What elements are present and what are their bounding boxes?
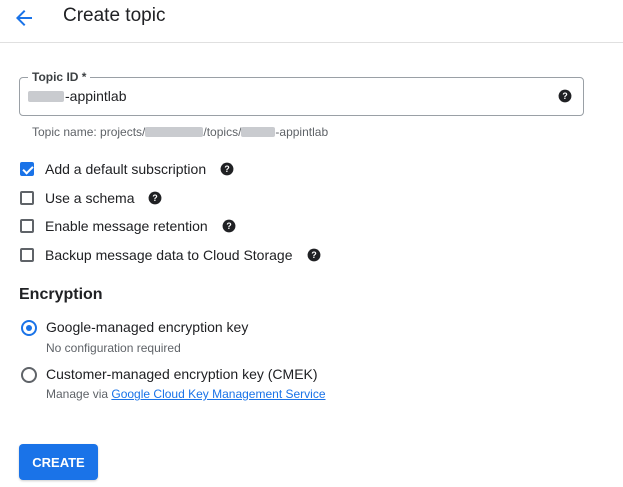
checkbox-message-retention[interactable] (20, 219, 34, 233)
checkbox-use-schema[interactable] (20, 191, 34, 205)
cmek-sub-prefix: Manage via (46, 387, 112, 401)
page-header: Create topic (0, 0, 623, 43)
create-button[interactable]: CREATE (19, 444, 98, 480)
customer-managed-description: Manage via Google Cloud Key Management S… (46, 387, 326, 401)
svg-text:?: ? (153, 193, 158, 203)
hint-suffix: -appintlab (275, 124, 329, 139)
svg-text:?: ? (562, 91, 567, 101)
hint-prefix: Topic name: projects/ (32, 124, 146, 139)
arrow-left-icon[interactable] (12, 6, 36, 30)
help-circle-icon[interactable]: ? (307, 248, 321, 262)
redacted-text (241, 126, 276, 137)
checkbox-label: Backup message data to Cloud Storage (45, 247, 293, 263)
option-message-retention[interactable]: Enable message retention ? (20, 216, 236, 236)
encryption-heading: Encryption (19, 286, 103, 303)
kms-link[interactable]: Google Cloud Key Management Service (111, 387, 325, 401)
radio-label-customer-managed[interactable]: Customer-managed encryption key (CMEK) (46, 366, 318, 382)
google-managed-description: No configuration required (46, 341, 181, 355)
option-default-subscription[interactable]: Add a default subscription ? (20, 159, 234, 179)
svg-text:?: ? (224, 164, 229, 174)
radio-customer-managed-key[interactable] (21, 367, 37, 383)
help-circle-icon[interactable]: ? (220, 162, 234, 176)
help-circle-icon[interactable]: ? (148, 191, 162, 205)
radio-label-google-managed[interactable]: Google-managed encryption key (46, 319, 248, 335)
option-backup-cloud-storage[interactable]: Backup message data to Cloud Storage ? (20, 245, 321, 265)
hint-middle: /topics/ (203, 124, 242, 139)
redacted-text (145, 126, 204, 137)
svg-text:?: ? (226, 221, 231, 231)
svg-text:?: ? (311, 250, 316, 260)
checkbox-backup-cloud-storage[interactable] (20, 248, 34, 262)
checkbox-label: Add a default subscription (45, 161, 207, 177)
help-circle-icon[interactable]: ? (558, 89, 572, 103)
topic-id-value: -appintlab (65, 88, 127, 104)
topic-name-hint: Topic name: projects/ /topics/ -appintlab (32, 124, 328, 139)
radio-google-managed-key[interactable] (21, 320, 37, 336)
page-title: Create topic (63, 5, 166, 26)
topic-id-field[interactable]: Topic ID * -appintlab ? (19, 70, 584, 116)
redacted-text (28, 91, 64, 102)
checkbox-label: Use a schema (45, 190, 135, 206)
option-use-schema[interactable]: Use a schema ? (20, 188, 162, 208)
topic-id-label: Topic ID * (28, 70, 91, 84)
help-circle-icon[interactable]: ? (222, 219, 236, 233)
checkbox-default-subscription[interactable] (20, 162, 34, 176)
checkbox-label: Enable message retention (45, 218, 208, 234)
